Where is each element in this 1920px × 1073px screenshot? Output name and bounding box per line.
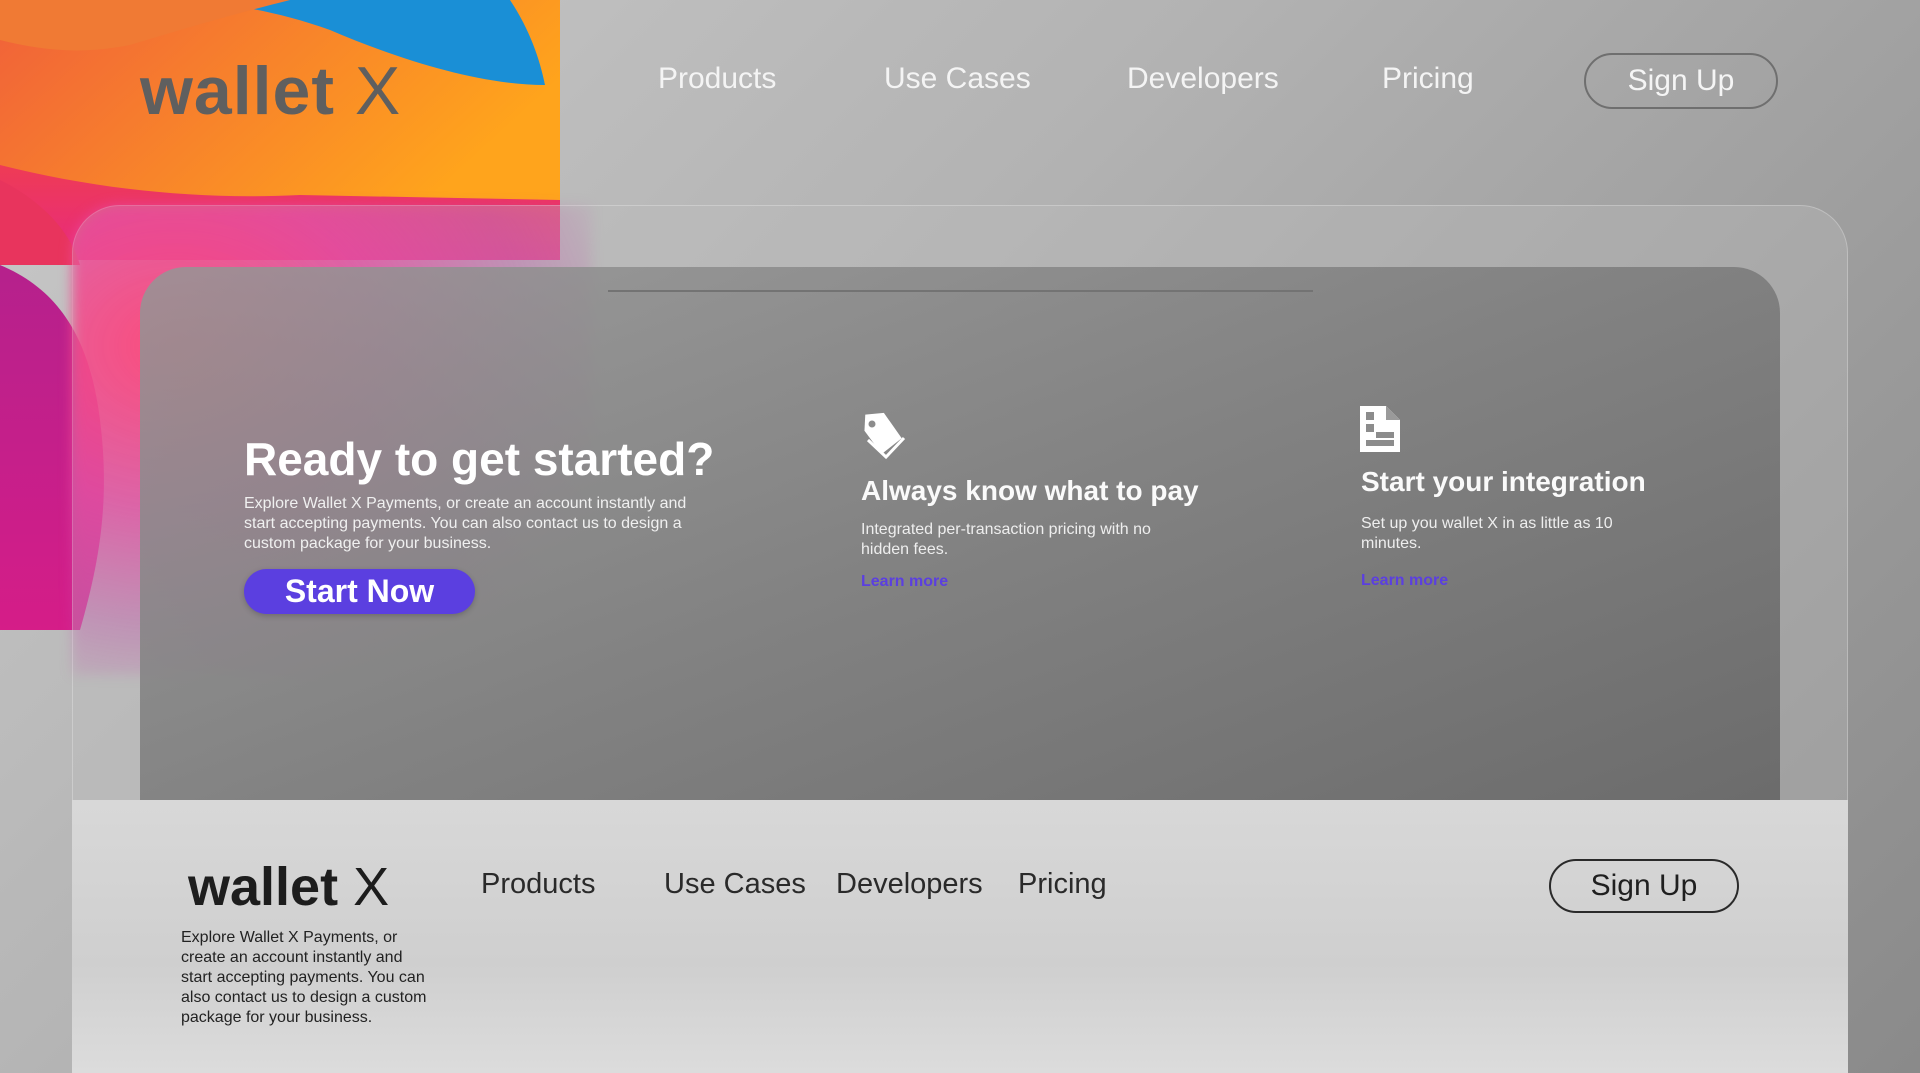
- brand-logo-x: X: [354, 53, 402, 129]
- footer-nav-use-cases[interactable]: Use Cases: [664, 868, 806, 901]
- feature-title-pricing: Always know what to pay: [861, 475, 1199, 506]
- nav-use-cases[interactable]: Use Cases: [884, 62, 1031, 96]
- footer-signup-button[interactable]: Sign Up: [1549, 859, 1739, 913]
- signup-button[interactable]: Sign Up: [1584, 53, 1778, 109]
- document-icon: [1360, 406, 1400, 452]
- start-now-button[interactable]: Start Now: [244, 569, 475, 614]
- nav-products[interactable]: Products: [658, 62, 776, 96]
- learn-more-pricing-link[interactable]: Learn more: [861, 573, 948, 591]
- feature-text-integration: Set up you wallet X in as little as 10 m…: [1361, 515, 1613, 552]
- footer-logo-x: X: [353, 857, 390, 917]
- footer-nav-developers[interactable]: Developers: [836, 868, 983, 901]
- nav-developers[interactable]: Developers: [1127, 62, 1279, 96]
- footer-description: Explore Wallet X Payments, or create an …: [181, 929, 427, 1026]
- footer-nav-products[interactable]: Products: [481, 868, 595, 901]
- footer-nav-pricing[interactable]: Pricing: [1018, 868, 1107, 901]
- brand-logo-text: wallet: [140, 53, 335, 129]
- footer-logo[interactable]: wallet X: [188, 856, 389, 918]
- cta-heading: Ready to get started?: [244, 433, 715, 485]
- footer-logo-text: wallet: [188, 857, 339, 917]
- price-tag-icon: [864, 412, 906, 460]
- cta-description: Explore Wallet X Payments, or create an …: [244, 495, 687, 552]
- divider: [608, 290, 1313, 292]
- brand-logo[interactable]: wallet X: [140, 52, 401, 130]
- feature-title-integration: Start your integration: [1361, 466, 1646, 497]
- feature-text-pricing: Integrated per-transaction pricing with …: [861, 521, 1151, 558]
- learn-more-integration-link[interactable]: Learn more: [1361, 572, 1448, 590]
- nav-pricing[interactable]: Pricing: [1382, 62, 1474, 96]
